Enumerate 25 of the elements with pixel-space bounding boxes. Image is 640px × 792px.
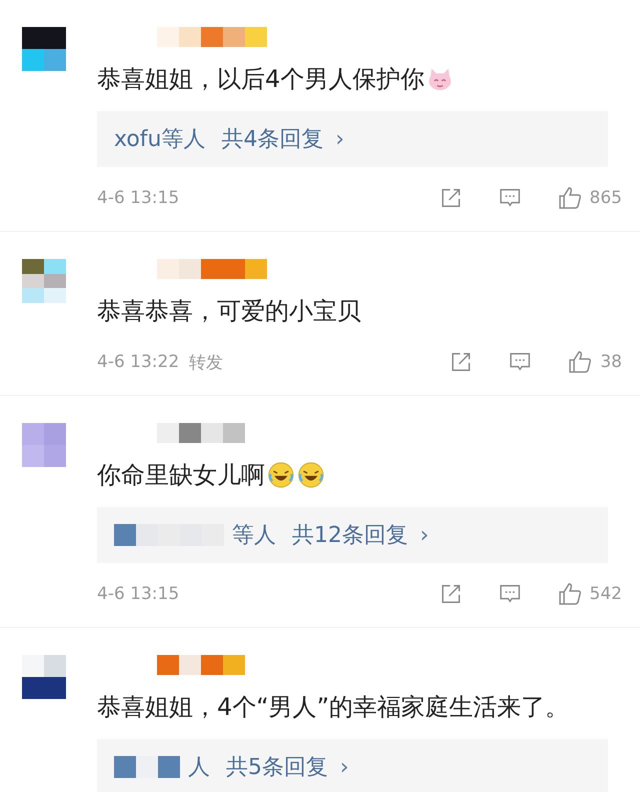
share-icon[interactable]: [440, 187, 462, 209]
laughing-emoji-icon: [267, 461, 295, 489]
comment-text: 恭喜姐姐，4个“男人”的幸福家庭生活来了。: [97, 692, 570, 723]
replies-link[interactable]: xofu等人 共4条回复 ›: [97, 111, 608, 167]
comment-text: 恭喜姐姐，以后4个男人保护你: [97, 64, 424, 95]
thumbs-up-icon[interactable]: [558, 186, 582, 210]
forward-link[interactable]: 转发: [189, 350, 224, 374]
comment-icon[interactable]: [509, 351, 532, 373]
like-count: 865: [590, 188, 622, 208]
comment-time: 4-6 13:22: [97, 352, 180, 372]
comment-text: 恭喜恭喜，可爱的小宝贝: [97, 296, 361, 327]
comment-time: 4-6 13:15: [97, 188, 180, 208]
like-count: 542: [590, 584, 622, 604]
replies-link[interactable]: 等人 共12条回复 ›: [97, 507, 608, 563]
like-count: 38: [600, 352, 622, 372]
share-icon[interactable]: [440, 583, 462, 605]
replies-link[interactable]: 人 共5条回复 ›: [97, 739, 608, 792]
comment-icon[interactable]: [498, 583, 521, 605]
comment-icon[interactable]: [498, 187, 521, 209]
comment-text: 你命里缺女儿啊: [97, 460, 265, 491]
thumbs-up-icon[interactable]: [568, 350, 592, 374]
thumbs-up-icon[interactable]: [558, 582, 582, 606]
laughing-emoji-icon: [297, 461, 325, 489]
comment-time: 4-6 13:15: [97, 584, 180, 604]
share-icon[interactable]: [450, 351, 472, 373]
